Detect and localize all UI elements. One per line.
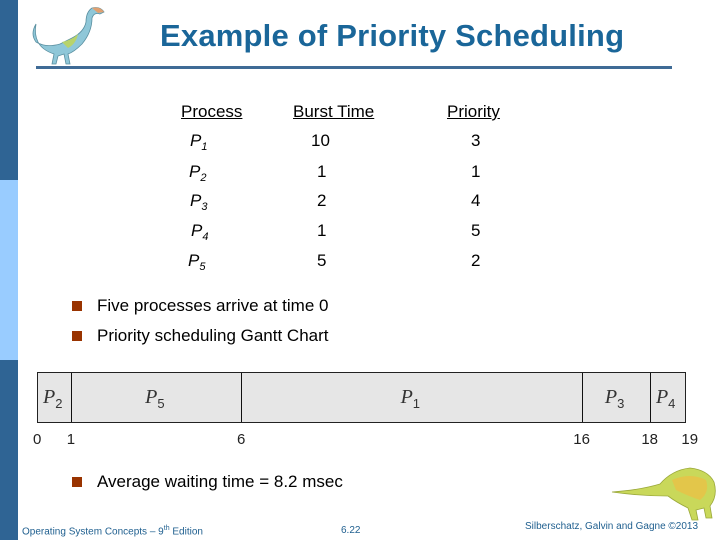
dinosaur-footer-icon: [611, 467, 716, 521]
bullet-square-icon: [72, 331, 82, 341]
bullet-square-icon: [72, 477, 82, 487]
bullet-square-icon: [72, 301, 82, 311]
footer-book-tail: Edition: [169, 526, 203, 538]
priority-cell: 4: [471, 191, 481, 210]
gantt-tick-label: 6: [237, 431, 246, 448]
process-subscript: 5: [199, 261, 206, 273]
process-subscript: 4: [202, 231, 209, 243]
process-name-cell: P2: [189, 162, 207, 184]
gantt-chart: P2 P5 P1 P3 P4: [37, 372, 686, 423]
gantt-segment-subscript: 5: [157, 396, 165, 411]
gantt-segment-label: P4: [655, 386, 676, 411]
title-underline: [36, 66, 672, 69]
process-name-cell: P4: [191, 221, 209, 243]
footer-book-title: Operating System Concepts – 9th Edition: [22, 525, 203, 537]
gantt-segment-label: P5: [145, 386, 165, 411]
priority-cell: 5: [471, 221, 481, 240]
gantt-segment-label: P3: [604, 386, 625, 411]
process-name-cell: P1: [190, 131, 208, 153]
burst-time-cell: 5: [317, 251, 327, 270]
header-burst-time: Burst Time: [293, 102, 375, 121]
gantt-segment: P2: [38, 373, 73, 422]
gantt-segment-label: P2: [43, 386, 63, 411]
gantt-segment: P5: [72, 373, 243, 422]
gantt-segment: P4: [651, 373, 685, 422]
burst-time-cell: 10: [311, 131, 330, 150]
side-strip-bottom: [0, 360, 18, 540]
bullet-text: Five processes arrive at time 0: [97, 296, 329, 315]
header-priority: Priority: [447, 102, 500, 121]
footer-page-number: 6.22: [341, 525, 361, 536]
side-strip-top: [0, 0, 18, 180]
gantt-segment-subscript: 3: [617, 396, 625, 411]
gantt-tick-label: 0: [33, 431, 42, 448]
process-name-cell: P5: [188, 251, 206, 273]
slide-title: Example of Priority Scheduling: [160, 18, 625, 53]
gantt-segment-subscript: 4: [668, 396, 676, 411]
bullet-item: Priority scheduling Gantt Chart: [72, 326, 329, 346]
gantt-segment: P1: [242, 373, 583, 422]
dinosaur-logo-icon: [32, 7, 105, 65]
header-process: Process: [181, 102, 243, 121]
bullet-text: Priority scheduling Gantt Chart: [97, 326, 329, 345]
side-strip-middle: [0, 180, 18, 360]
bullet-item: Five processes arrive at time 0: [72, 296, 328, 316]
gantt-segment-subscript: 1: [412, 396, 421, 411]
priority-cell: 1: [471, 162, 481, 181]
process-subscript: 3: [201, 201, 208, 213]
gantt-segment-label: P1: [400, 386, 421, 411]
bullet-text: Average waiting time = 8.2 msec: [97, 472, 343, 491]
process-name-cell: P3: [190, 191, 208, 213]
bullet-item: Average waiting time = 8.2 msec: [72, 472, 343, 492]
burst-time-cell: 1: [317, 162, 327, 181]
footer-book-text: Operating System Concepts – 9: [22, 526, 164, 538]
priority-cell: 3: [471, 131, 481, 150]
gantt-tick-label: 19: [681, 431, 699, 448]
burst-time-cell: 1: [317, 221, 327, 240]
burst-time-cell: 2: [317, 191, 327, 210]
gantt-segment: P3: [583, 373, 651, 422]
gantt-segment-subscript: 2: [55, 396, 63, 411]
gantt-tick-label: 16: [573, 431, 590, 448]
process-subscript: 2: [200, 172, 207, 184]
gantt-tick-label: 1: [66, 431, 76, 448]
gantt-tick-label: 18: [641, 431, 659, 448]
footer-copyright: Silberschatz, Galvin and Gagne ©2013: [525, 521, 699, 532]
priority-cell: 2: [471, 251, 481, 270]
process-subscript: 1: [201, 141, 208, 153]
